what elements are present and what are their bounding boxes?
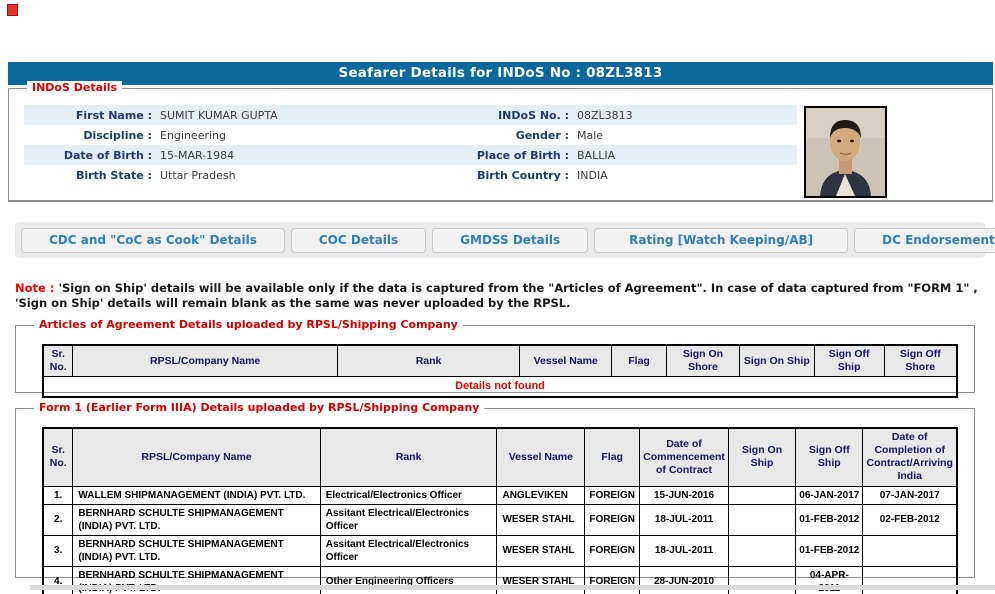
cell-rank: Electrical/Electronics Officer xyxy=(320,486,497,504)
note-text: 'Sign on Ship' details will be available… xyxy=(15,281,978,310)
page-title: Seafarer Details for INDoS No : 08ZL3813 xyxy=(8,62,993,85)
articles-legend: Articles of Agreement Details uploaded b… xyxy=(34,318,463,331)
gender-value: Male xyxy=(569,129,797,142)
col-sr-no: Sr. No. xyxy=(43,428,73,486)
cell-rank: Assitant Electrical/Electronics Officer xyxy=(320,535,497,566)
cell-company: BERNHARD SCHULTE SHIPMANAGEMENT (INDIA) … xyxy=(73,535,320,566)
cell-sign-off-ship: 01-FEB-2012 xyxy=(796,504,863,535)
table-row: 3. BERNHARD SCHULTE SHIPMANAGEMENT (INDI… xyxy=(43,535,957,566)
table-row: 2. BERNHARD SCHULTE SHIPMANAGEMENT (INDI… xyxy=(43,504,957,535)
cell-sr-no: 3. xyxy=(43,535,73,566)
birth-country-label: Birth Country : xyxy=(457,169,569,182)
bottom-divider xyxy=(30,585,995,590)
cell-company: BERNHARD SCHULTE SHIPMANAGEMENT (INDIA) … xyxy=(73,504,320,535)
cell-commencement-date: 18-JUL-2011 xyxy=(640,535,729,566)
col-rpsl-company: RPSL/Company Name xyxy=(73,428,320,486)
col-vessel-name: Vessel Name xyxy=(497,428,585,486)
place-of-birth-value: BALLIA xyxy=(569,149,797,162)
details-not-found-row: Details not found xyxy=(43,377,957,397)
tab-gmdss-details[interactable]: GMDSS Details xyxy=(432,228,588,253)
tab-cdc-coc-cook-details[interactable]: CDC and "CoC as Cook" Details xyxy=(21,228,285,253)
col-sign-on-shore: Sign On Shore xyxy=(667,345,740,377)
col-rank: Rank xyxy=(320,428,497,486)
cell-sign-on-ship xyxy=(728,486,795,504)
col-date-commencement: Date of Commencement of Contract xyxy=(640,428,729,486)
details-not-found-message: Details not found xyxy=(43,377,957,397)
indos-details-legend: INDoS Details xyxy=(27,81,122,94)
col-sign-off-ship: Sign Off Ship xyxy=(814,345,884,377)
indos-no-value: 08ZL3813 xyxy=(569,109,797,122)
page-corner-marker-icon xyxy=(7,4,18,16)
cell-sign-on-ship xyxy=(728,504,795,535)
col-sign-on-ship: Sign On Ship xyxy=(728,428,795,486)
discipline-value: Engineering xyxy=(152,129,457,142)
cell-sr-no: 1. xyxy=(43,486,73,504)
form1-legend: Form 1 (Earlier Form IIIA) Details uploa… xyxy=(34,401,484,414)
info-row-birth: Date of Birth : 15-MAR-1984 Place of Bir… xyxy=(24,145,797,165)
form1-header-row: Sr. No. RPSL/Company Name Rank Vessel Na… xyxy=(43,428,957,486)
first-name-value: SUMIT KUMAR GUPTA xyxy=(152,109,457,122)
birth-state-label: Birth State : xyxy=(24,169,152,182)
col-rank: Rank xyxy=(337,345,519,377)
articles-header-row: Sr. No. RPSL/Company Name Rank Vessel Na… xyxy=(43,345,957,377)
cell-completion-date xyxy=(863,535,957,566)
tab-coc-details[interactable]: COC Details xyxy=(291,228,426,253)
col-flag: Flag xyxy=(585,428,640,486)
date-of-birth-label: Date of Birth : xyxy=(24,149,152,162)
tab-bar: CDC and "CoC as Cook" Details COC Detail… xyxy=(15,222,985,258)
cell-completion-date: 07-JAN-2017 xyxy=(863,486,957,504)
place-of-birth-label: Place of Birth : xyxy=(457,149,569,162)
sign-on-ship-note: Note : 'Sign on Ship' details will be av… xyxy=(15,281,987,311)
table-row: 1. WALLEM SHIPMANAGEMENT (INDIA) PVT. LT… xyxy=(43,486,957,504)
cell-sign-off-ship: 06-JAN-2017 xyxy=(796,486,863,504)
birth-country-value: INDIA xyxy=(569,169,797,182)
cell-commencement-date: 15-JUN-2016 xyxy=(640,486,729,504)
form1-table: Sr. No. RPSL/Company Name Rank Vessel Na… xyxy=(42,427,958,594)
note-label: Note : xyxy=(15,281,54,295)
col-sr-no: Sr. No. xyxy=(43,345,73,377)
cell-vessel: ANGLEVIKEN xyxy=(497,486,585,504)
info-row-state: Birth State : Uttar Pradesh Birth Countr… xyxy=(24,165,797,185)
gender-label: Gender : xyxy=(457,129,569,142)
col-rpsl-company: RPSL/Company Name xyxy=(73,345,337,377)
discipline-label: Discipline : xyxy=(24,129,152,142)
articles-table: Sr. No. RPSL/Company Name Rank Vessel Na… xyxy=(42,344,958,398)
seafarer-photo xyxy=(804,106,887,198)
form1-details-panel: Form 1 (Earlier Form IIIA) Details uploa… xyxy=(15,408,975,578)
birth-state-value: Uttar Pradesh xyxy=(152,169,457,182)
first-name-label: First Name : xyxy=(24,109,152,122)
col-vessel-name: Vessel Name xyxy=(520,345,612,377)
articles-of-agreement-panel: Articles of Agreement Details uploaded b… xyxy=(15,325,975,393)
cell-company: WALLEM SHIPMANAGEMENT (INDIA) PVT. LTD. xyxy=(73,486,320,504)
info-row-name: First Name : SUMIT KUMAR GUPTA INDoS No.… xyxy=(24,105,797,125)
tab-dc-endorsement[interactable]: DC Endorsement xyxy=(854,228,995,253)
col-sign-on-ship: Sign On Ship xyxy=(739,345,814,377)
cell-flag: FOREIGN xyxy=(585,535,640,566)
cell-vessel: WESER STAHL xyxy=(497,535,585,566)
cell-flag: FOREIGN xyxy=(585,504,640,535)
col-sign-off-ship: Sign Off Ship xyxy=(796,428,863,486)
cell-sr-no: 2. xyxy=(43,504,73,535)
cell-commencement-date: 18-JUL-2011 xyxy=(640,504,729,535)
info-row-discipline: Discipline : Engineering Gender : Male xyxy=(24,125,797,145)
indos-details-panel: INDoS Details First Name : SUMIT KUMAR G… xyxy=(8,88,993,202)
tab-rating-watch-keeping[interactable]: Rating [Watch Keeping/AB] xyxy=(594,228,848,253)
col-date-completion: Date of Completion of Contract/Arriving … xyxy=(863,428,957,486)
cell-flag: FOREIGN xyxy=(585,486,640,504)
cell-rank: Assitant Electrical/Electronics Officer xyxy=(320,504,497,535)
cell-sign-off-ship: 01-FEB-2012 xyxy=(796,535,863,566)
cell-vessel: WESER STAHL xyxy=(497,504,585,535)
col-flag: Flag xyxy=(612,345,667,377)
cell-completion-date: 02-FEB-2012 xyxy=(863,504,957,535)
cell-sign-on-ship xyxy=(728,535,795,566)
date-of-birth-value: 15-MAR-1984 xyxy=(152,149,457,162)
indos-no-label: INDoS No. : xyxy=(457,109,569,122)
indos-details-rows: First Name : SUMIT KUMAR GUPTA INDoS No.… xyxy=(24,105,797,185)
col-sign-off-shore: Sign Off Shore xyxy=(884,345,957,377)
